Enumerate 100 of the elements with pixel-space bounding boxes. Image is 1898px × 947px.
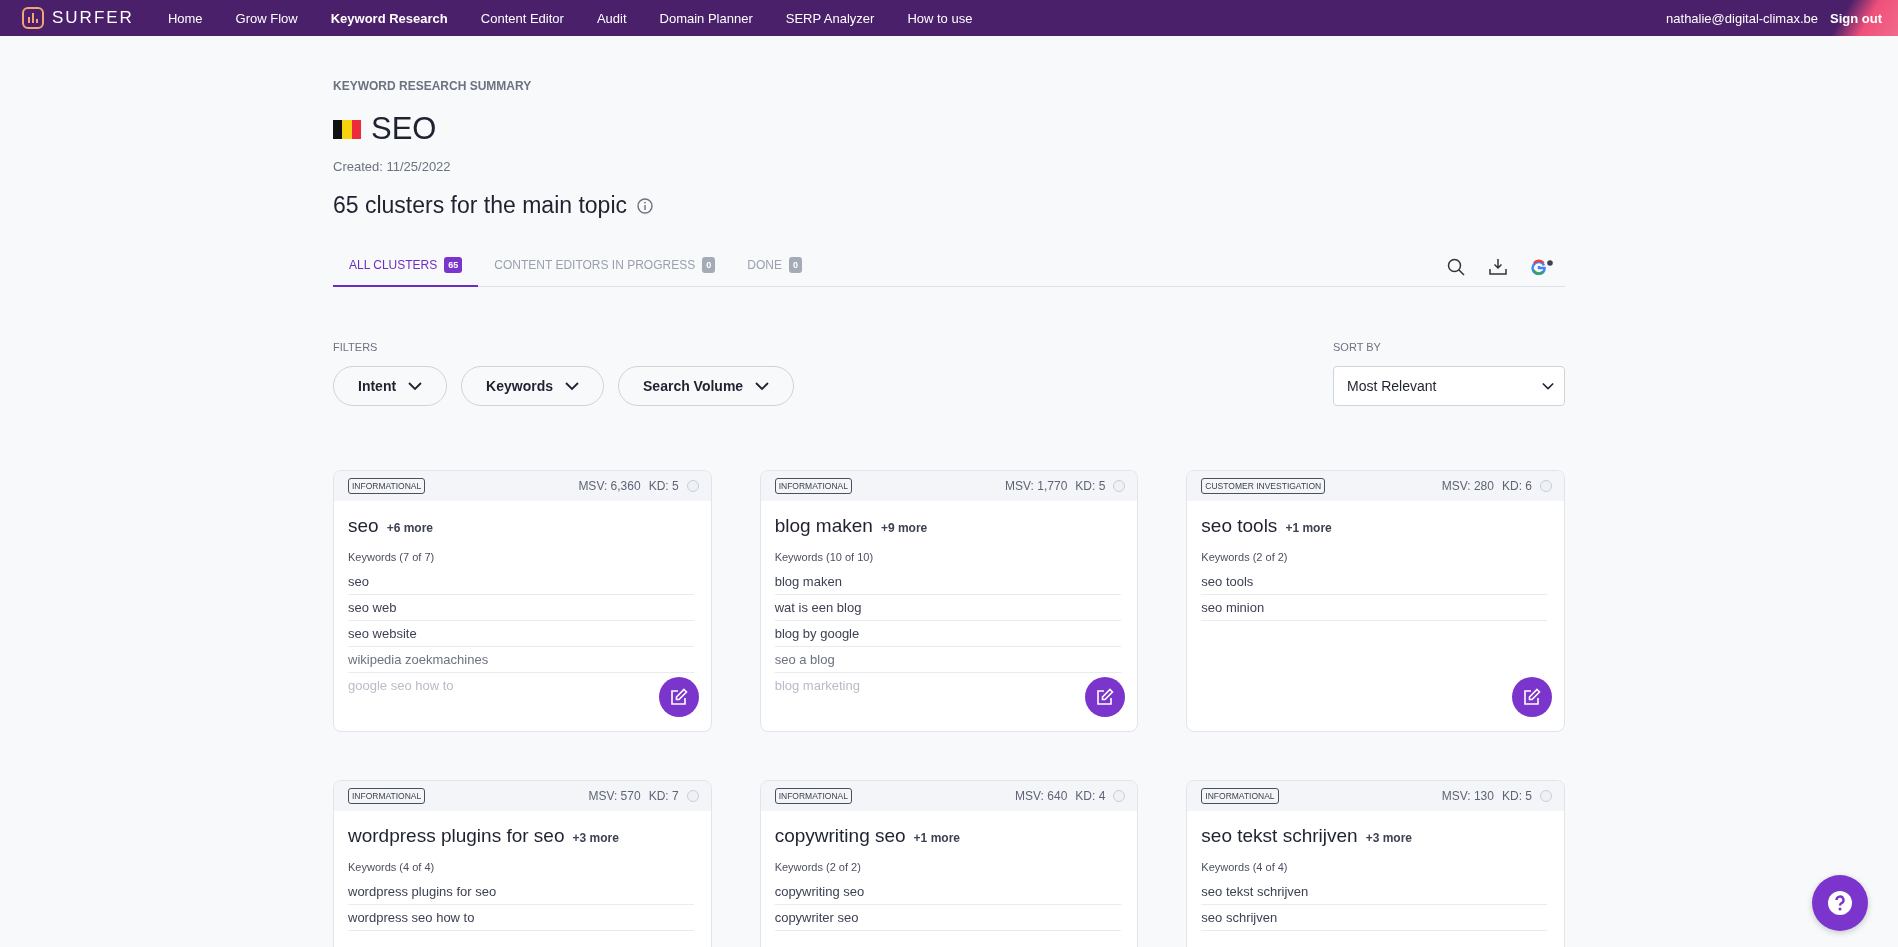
count-badge: 65	[444, 257, 463, 273]
intent-tag: INFORMATIONAL	[774, 788, 852, 804]
keyword-row: seo tools	[1201, 569, 1548, 595]
kd-value: KD: 6	[1501, 479, 1532, 493]
cluster-title: seo tools	[1201, 515, 1278, 537]
intent-tag: INFORMATIONAL	[1201, 788, 1279, 804]
cluster-card[interactable]: INFORMATIONAL MSV: 640 KD: 4 copywriting seo +1 more Keywords (2 of 2) copywriting seo copywriter seo	[759, 780, 1139, 947]
nav-link[interactable]: Audit	[596, 10, 627, 26]
edit-icon	[1096, 688, 1115, 706]
keyword-row: copywriter seo	[774, 905, 1121, 931]
flag-icon	[333, 119, 361, 139]
keywords-label: Keywords (7 of 7)	[348, 551, 436, 563]
edit-button[interactable]	[1085, 677, 1126, 717]
status-circle-icon	[1113, 790, 1126, 802]
filter-dropdown[interactable]: Search Volume	[618, 366, 795, 406]
kd-value: KD: 4	[1075, 789, 1106, 803]
nav-link[interactable]: How to use	[907, 10, 973, 26]
help-button[interactable]	[1812, 875, 1868, 931]
more-count: +1 more	[913, 831, 960, 845]
count-badge: 0	[702, 257, 716, 273]
chevron-down-icon	[755, 381, 770, 391]
info-icon	[637, 197, 654, 214]
cluster-title: seo	[348, 515, 379, 537]
msv-value: MSV: 640	[1015, 789, 1068, 803]
cluster-title: blog maken	[774, 515, 873, 537]
more-count: +3 more	[572, 831, 619, 845]
kd-value: KD: 5	[1501, 789, 1532, 803]
filter-dropdown[interactable]: Intent	[333, 366, 448, 406]
intent-tag: INFORMATIONAL	[348, 478, 426, 494]
keywords-label: Keywords (10 of 10)	[774, 551, 875, 563]
chevron-down-icon	[565, 381, 580, 391]
keywords-label: Keywords (4 of 4)	[1201, 861, 1289, 873]
user-email: nathalie@digital-climax.be	[1666, 10, 1818, 26]
keywords-label: Keywords (2 of 2)	[1201, 551, 1289, 563]
kd-value: KD: 7	[648, 789, 679, 803]
edit-button[interactable]	[658, 677, 699, 717]
cluster-tab[interactable]: ALL CLUSTERS 65	[333, 247, 479, 287]
msv-value: MSV: 570	[588, 789, 641, 803]
keyword-row: wordpress seo how to	[348, 905, 694, 931]
keyword-row: copywriting seo	[774, 879, 1121, 905]
intent-tag: CUSTOMER INVESTIGATION	[1201, 478, 1326, 494]
nav-link[interactable]: Domain Planner	[659, 10, 753, 26]
filters-label: FILTERS	[333, 341, 379, 353]
nav-link[interactable]: Content Editor	[480, 10, 564, 26]
edit-icon	[1523, 688, 1541, 706]
msv-value: MSV: 130	[1441, 789, 1494, 803]
g-logo-icon[interactable]	[1531, 258, 1553, 275]
keyword-row: seo	[348, 569, 694, 595]
page-eyebrow: KEYWORD RESEARCH SUMMARY	[333, 79, 533, 93]
created-date: Created: 11/25/2022	[333, 159, 452, 174]
filter-dropdown[interactable]: Keywords	[461, 366, 605, 406]
more-count: +6 more	[386, 521, 433, 535]
download-icon[interactable]	[1489, 257, 1507, 276]
status-circle-icon	[1540, 480, 1552, 492]
keyword-row: seo tekst schrijven	[1201, 879, 1548, 905]
keyword-row: seo a blog	[774, 647, 1121, 673]
nav-link[interactable]: Grow Flow	[235, 10, 298, 26]
edit-icon	[669, 688, 688, 706]
status-circle-icon	[686, 480, 699, 492]
edit-button[interactable]	[1512, 677, 1552, 717]
question-icon	[1827, 890, 1853, 916]
msv-value: MSV: 280	[1441, 479, 1494, 493]
status-circle-icon	[1113, 480, 1126, 492]
chevron-down-icon	[1542, 381, 1554, 391]
clusters-heading: 65 clusters for the main topic	[333, 192, 628, 219]
nav-link[interactable]: Home	[167, 10, 203, 26]
cluster-card[interactable]: INFORMATIONAL MSV: 130 KD: 5 seo tekst schrijven +3 more Keywords (4 of 4) seo tekst schrijven seo schrijven	[1186, 780, 1565, 947]
nav-link[interactable]: SERP Analyzer	[785, 10, 875, 26]
keyword-row-text: blog marketing	[774, 677, 861, 695]
count-badge: 0	[788, 257, 802, 273]
status-circle-icon	[1540, 790, 1552, 802]
keywords-label: Keywords (2 of 2)	[774, 861, 862, 873]
keyword-row: seo web	[348, 595, 694, 621]
cluster-card[interactable]: INFORMATIONAL MSV: 6,360 KD: 5 seo +6 more Keywords (7 of 7) seo seo web seo website wikipedia zoekmachines google seo how to	[333, 470, 712, 732]
intent-tag: INFORMATIONAL	[774, 478, 852, 494]
msv-value: MSV: 6,360	[578, 479, 641, 493]
msv-value: MSV: 1,770	[1005, 479, 1068, 493]
keyword-row: wordpress plugins for seo	[348, 879, 694, 905]
more-count: +3 more	[1365, 831, 1412, 845]
cluster-card[interactable]: INFORMATIONAL MSV: 1,770 KD: 5 blog maken +9 more Keywords (10 of 10) blog maken wat is een blog blog by google seo a blog blog marketing	[759, 470, 1139, 732]
cluster-card[interactable]: CUSTOMER INVESTIGATION MSV: 280 KD: 6 seo tools +1 more Keywords (2 of 2) seo tools seo minion	[1186, 470, 1565, 732]
search-icon[interactable]	[1447, 257, 1465, 276]
nav-link[interactable]: Keyword Research	[330, 10, 448, 26]
sort-select[interactable]: Most Relevant	[1333, 366, 1565, 406]
kd-value: KD: 5	[648, 479, 679, 493]
cluster-card[interactable]: INFORMATIONAL MSV: 570 KD: 7 wordpress plugins for seo +3 more Keywords (4 of 4) wordpress plugins for seo wordpress seo how to	[333, 780, 712, 947]
sign-out-link[interactable]: Sign out	[1830, 10, 1882, 26]
keyword-row: seo website	[348, 621, 694, 647]
keyword-row: blog maken	[774, 569, 1121, 595]
page-title: SEO	[371, 111, 437, 147]
sort-label: SORT BY	[1333, 341, 1382, 353]
keyword-row-text: google seo how to	[348, 677, 455, 695]
more-count: +9 more	[880, 521, 928, 535]
kd-value: KD: 5	[1075, 479, 1106, 493]
keyword-row: blog by google	[774, 621, 1121, 647]
keyword-row: wikipedia zoekmachines	[348, 647, 694, 673]
keyword-row: seo minion	[1201, 595, 1548, 621]
keyword-row: seo schrijven	[1201, 905, 1548, 931]
keyword-row: wat is een blog	[774, 595, 1121, 621]
status-circle-icon	[686, 790, 699, 802]
